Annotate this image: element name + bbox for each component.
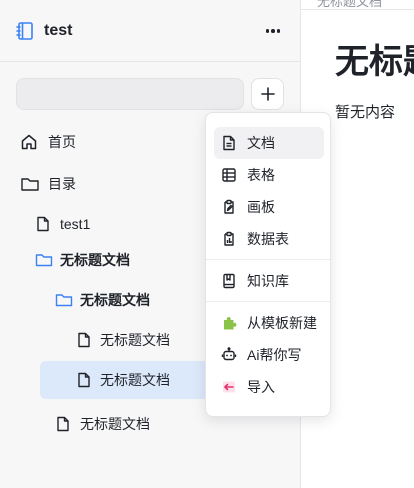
folder-icon (55, 294, 73, 307)
breadcrumb[interactable]: 无标题文档 (317, 0, 382, 9)
tree-item-label: 无标题文档 (100, 372, 170, 388)
nav-label: 首页 (48, 134, 76, 150)
file-icon (78, 332, 90, 348)
menu-item-label: 文档 (247, 135, 275, 151)
document-icon (223, 135, 235, 151)
tree-item-label: 无标题文档 (60, 252, 130, 268)
plus-icon (260, 87, 275, 101)
puzzle-icon (224, 317, 237, 330)
tree-item-label: 无标题文档 (80, 292, 150, 308)
menu-item-ai-write[interactable]: Ai帮你写 (214, 339, 324, 371)
menu-item-table[interactable]: 表格 (214, 159, 324, 191)
file-icon (57, 416, 69, 432)
menu-divider (206, 301, 330, 302)
table-icon (222, 168, 236, 182)
menu-item-whiteboard[interactable]: 画板 (214, 191, 324, 223)
menu-item-label: 导入 (247, 379, 275, 395)
home-icon (21, 134, 37, 150)
file-icon (78, 372, 90, 388)
empty-content-text: 暂无内容 (335, 104, 396, 121)
document-title[interactable]: 无标题文档 (335, 40, 414, 84)
whiteboard-icon (224, 199, 234, 214)
more-dot-icon (276, 29, 281, 33)
robot-icon (221, 347, 237, 361)
menu-item-knowledge-base[interactable]: 知识库 (214, 265, 324, 297)
menu-item-import[interactable]: 导入 (214, 371, 324, 403)
workspace-title: test (44, 22, 73, 39)
file-icon (37, 216, 49, 232)
menu-item-label: 画板 (247, 199, 275, 215)
menu-item-label: 从模板新建 (247, 315, 317, 331)
more-dot-icon (265, 29, 270, 33)
book-icon (16, 22, 33, 40)
tree-item-label: 无标题文档 (80, 416, 150, 432)
folder-icon (21, 178, 39, 191)
knowledge-base-icon (223, 273, 235, 289)
menu-item-from-template[interactable]: 从模板新建 (214, 307, 324, 339)
more-dot-icon (271, 29, 275, 33)
add-button[interactable] (251, 78, 284, 110)
nav-label: 目录 (48, 176, 76, 192)
menu-item-label: 表格 (247, 167, 275, 183)
tree-item-label: test1 (60, 216, 91, 232)
menu-item-label: 知识库 (247, 273, 289, 289)
menu-item-label: Ai帮你写 (247, 347, 302, 363)
tree-item-label: 无标题文档 (100, 332, 170, 348)
menu-divider (206, 259, 330, 260)
folder-icon (35, 254, 53, 267)
more-options-button[interactable] (262, 22, 284, 40)
sidebar-header: test (0, 0, 300, 62)
menu-item-label: 数据表 (247, 231, 289, 247)
import-icon (223, 381, 235, 393)
main-topbar: 无标题文档 (301, 0, 414, 10)
datasheet-icon (224, 231, 234, 246)
menu-item-datasheet[interactable]: 数据表 (214, 223, 324, 255)
menu-item-document[interactable]: 文档 (214, 127, 324, 159)
create-menu: 文档 表格 画板 数据表 知识库 从模板新建 Ai帮你写 导入 (205, 112, 331, 417)
search-input[interactable] (16, 78, 244, 110)
